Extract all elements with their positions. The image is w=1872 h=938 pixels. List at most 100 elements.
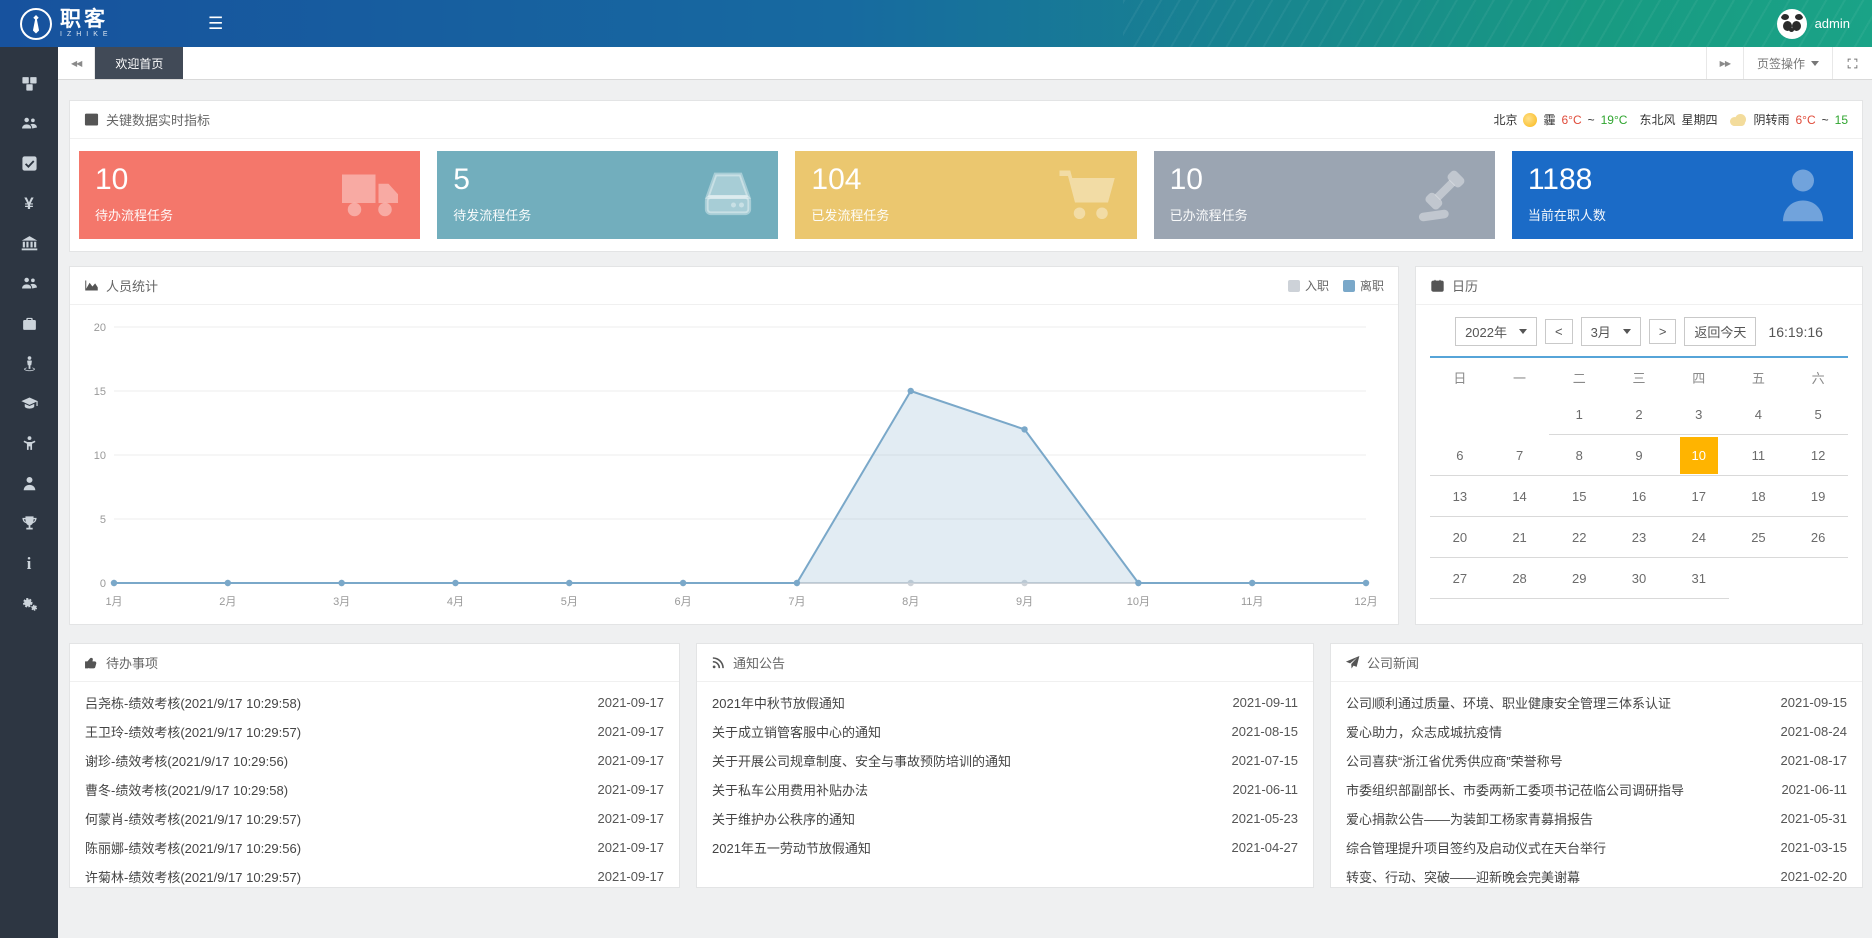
calendar-day-27[interactable]: 27 (1430, 558, 1490, 599)
stat-card-5[interactable]: 1188当前在职人数 (1512, 151, 1853, 239)
menu-toggle-icon[interactable]: ☰ (208, 14, 223, 34)
calendar-day-13[interactable]: 13 (1430, 476, 1490, 517)
legend-item-left[interactable]: 离职 (1343, 277, 1384, 294)
sidebar-item-2-users-icon[interactable] (0, 111, 58, 135)
calendar-day-16[interactable]: 16 (1609, 476, 1669, 517)
calendar-day-12[interactable]: 12 (1788, 435, 1848, 476)
next-month-button[interactable]: > (1649, 319, 1677, 344)
svg-text:11月: 11月 (1241, 596, 1263, 608)
todo-item[interactable]: 王卫玲-绩效考核(2021/9/17 10:29:57)2021-09-17 (70, 717, 679, 746)
legend-item-hired[interactable]: 入职 (1288, 277, 1329, 294)
calendar-day-22[interactable]: 22 (1549, 517, 1609, 558)
sidebar-item-11-user-icon[interactable] (0, 471, 58, 495)
notice-item[interactable]: 2021年中秋节放假通知2021-09-11 (697, 688, 1313, 717)
calendar-day-20[interactable]: 20 (1430, 517, 1490, 558)
notice-item[interactable]: 关于成立销管客服中心的通知2021-08-15 (697, 717, 1313, 746)
news-item[interactable]: 市委组织部副部长、市委两新工委项书记莅临公司调研指导2021-06-11 (1331, 775, 1862, 804)
calendar-day-25[interactable]: 25 (1729, 517, 1789, 558)
news-item[interactable]: 公司喜获“浙江省优秀供应商”荣誉称号2021-08-17 (1331, 746, 1862, 775)
news-item[interactable]: 爱心助力，众志成城抗疫情2021-08-24 (1331, 717, 1862, 746)
fullscreen-button[interactable] (1832, 47, 1872, 79)
stat-card-2[interactable]: 5待发流程任务 (437, 151, 778, 239)
calendar-day-28[interactable]: 28 (1490, 558, 1550, 599)
calendar-day-19[interactable]: 19 (1788, 476, 1848, 517)
sidebar-item-8-street-view-icon[interactable] (0, 351, 58, 375)
notice-item[interactable]: 关于私车公用费用补贴办法2021-06-11 (697, 775, 1313, 804)
sidebar-item-3-check-square-icon[interactable] (0, 151, 58, 175)
item-text: 谢珍-绩效考核(2021/9/17 10:29:56) (85, 751, 288, 770)
calendar-day-31[interactable]: 31 (1669, 558, 1729, 599)
calendar-day-9[interactable]: 9 (1609, 435, 1669, 476)
sidebar-item-12-trophy-icon[interactable] (0, 511, 58, 535)
calendar-day-6[interactable]: 6 (1430, 435, 1490, 476)
calendar-day-1[interactable]: 1 (1549, 394, 1609, 435)
calendar-day-8[interactable]: 8 (1549, 435, 1609, 476)
gavel-icon (1415, 165, 1475, 225)
tab-welcome-home[interactable]: 欢迎首页 (95, 47, 183, 79)
news-item[interactable]: 转变、行动、突破——迎新晚会完美谢幕2021-02-20 (1331, 862, 1862, 888)
prev-month-button[interactable]: < (1545, 319, 1573, 344)
notice-item[interactable]: 2021年五一劳动节放假通知2021-04-27 (697, 833, 1313, 862)
todo-item[interactable]: 谢珍-绩效考核(2021/9/17 10:29:56)2021-09-17 (70, 746, 679, 775)
panel-title: 待办事项 (106, 653, 158, 672)
calendar-day-23[interactable]: 23 (1609, 517, 1669, 558)
calendar-day-11[interactable]: 11 (1729, 435, 1789, 476)
calendar-day-26[interactable]: 26 (1788, 517, 1848, 558)
weather-bar: 北京 霾 6°C ~ 19°C 东北风 星期四 阴转雨 6°C ~ 15 (1493, 111, 1848, 128)
sidebar-item-13-info-icon[interactable]: i (0, 551, 58, 575)
calendar-day-15[interactable]: 15 (1549, 476, 1609, 517)
calendar-day-18[interactable]: 18 (1729, 476, 1789, 517)
item-date: 2021-09-17 (598, 840, 665, 855)
personnel-line-chart: 051015201月2月3月4月5月6月7月8月9月10月11月12月 (84, 313, 1382, 615)
sidebar-item-5-bank-icon[interactable] (0, 231, 58, 255)
tie-logo-icon (20, 8, 52, 40)
calendar-day-21[interactable]: 21 (1490, 517, 1550, 558)
panel-title: 通知公告 (733, 653, 785, 672)
app-logo[interactable]: 职客 IZHIKE (0, 8, 190, 40)
stat-card-3[interactable]: 104已发流程任务 (795, 151, 1136, 239)
sidebar-item-4-yen-icon[interactable]: ¥ (0, 191, 58, 215)
todo-item[interactable]: 吕尧栋-绩效考核(2021/9/17 10:29:58)2021-09-17 (70, 688, 679, 717)
item-date: 2021-08-24 (1781, 724, 1848, 739)
calendar-day-7[interactable]: 7 (1490, 435, 1550, 476)
calendar-day-24[interactable]: 24 (1669, 517, 1729, 558)
calendar-day-30[interactable]: 30 (1609, 558, 1669, 599)
sidebar-item-14-gears-icon[interactable] (0, 591, 58, 615)
sidebar-item-9-graduation-cap-icon[interactable] (0, 391, 58, 415)
sidebar-item-10-child-icon[interactable] (0, 431, 58, 455)
notice-item[interactable]: 关于维护办公秩序的通知2021-05-23 (697, 804, 1313, 833)
stat-card-1[interactable]: 10待办流程任务 (79, 151, 420, 239)
month-select[interactable]: 3月 (1581, 317, 1641, 346)
stat-card-4[interactable]: 10已办流程任务 (1154, 151, 1495, 239)
item-date: 2021-09-17 (598, 782, 665, 797)
item-text: 许菊林-绩效考核(2021/9/17 10:29:57) (85, 867, 301, 886)
user-menu[interactable]: admin (1777, 9, 1872, 39)
sidebar-item-6-users-icon[interactable] (0, 271, 58, 295)
news-panel: 公司新闻 公司顺利通过质量、环境、职业健康安全管理三体系认证2021-09-15… (1330, 643, 1863, 888)
calendar-day-2[interactable]: 2 (1609, 394, 1669, 435)
news-item[interactable]: 综合管理提升项目签约及启动仪式在天台举行2021-03-15 (1331, 833, 1862, 862)
tab-operations-dropdown[interactable]: 页签操作 (1743, 47, 1832, 79)
news-item[interactable]: 爱心捐款公告——为装卸工杨家青募捐报告2021-05-31 (1331, 804, 1862, 833)
back-to-today-button[interactable]: 返回今天 (1684, 317, 1756, 346)
calendar-day-3[interactable]: 3 (1669, 394, 1729, 435)
calendar-day-14[interactable]: 14 (1490, 476, 1550, 517)
sidebar-item-1-cubes-icon[interactable] (0, 71, 58, 95)
logo-text: 职客 (60, 9, 113, 31)
calendar-day-4[interactable]: 4 (1729, 394, 1789, 435)
sidebar-item-7-briefcase-icon[interactable] (0, 311, 58, 335)
calendar-day-29[interactable]: 29 (1549, 558, 1609, 599)
tabs-scroll-right-button[interactable]: ▶▶ (1706, 47, 1743, 79)
todo-item[interactable]: 曹冬-绩效考核(2021/9/17 10:29:58)2021-09-17 (70, 775, 679, 804)
news-item[interactable]: 公司顺利通过质量、环境、职业健康安全管理三体系认证2021-09-15 (1331, 688, 1862, 717)
notice-item[interactable]: 关于开展公司规章制度、安全与事故预防培训的通知2021-07-15 (697, 746, 1313, 775)
calendar-day-17[interactable]: 17 (1669, 476, 1729, 517)
todo-item[interactable]: 何蒙肖-绩效考核(2021/9/17 10:29:57)2021-09-17 (70, 804, 679, 833)
todo-item[interactable]: 许菊林-绩效考核(2021/9/17 10:29:57)2021-09-17 (70, 862, 679, 888)
tabs-scroll-left-button[interactable]: ◀◀ (58, 47, 95, 79)
calendar-day-5[interactable]: 5 (1788, 394, 1848, 435)
todo-item[interactable]: 陈丽娜-绩效考核(2021/9/17 10:29:56)2021-09-17 (70, 833, 679, 862)
calendar-day-10[interactable]: 10 (1669, 435, 1729, 476)
year-select[interactable]: 2022年 (1455, 317, 1537, 346)
svg-text:15: 15 (94, 386, 106, 398)
